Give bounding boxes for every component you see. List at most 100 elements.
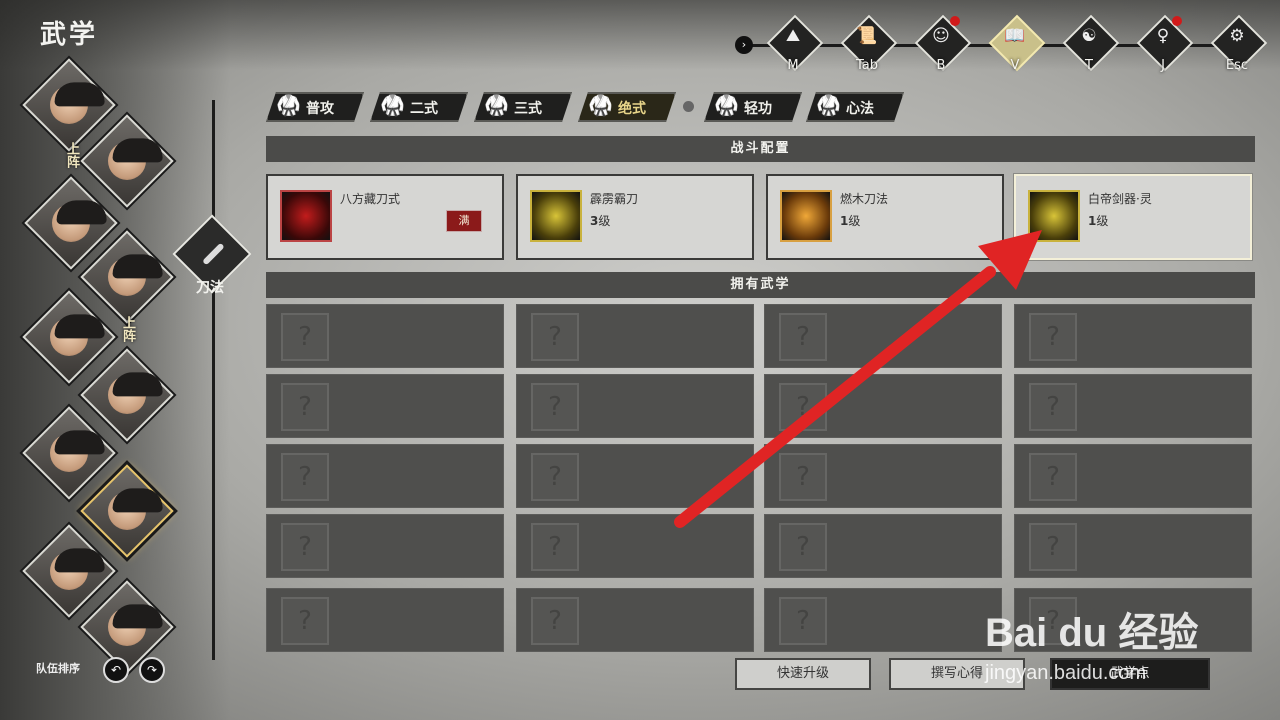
unknown-skill-icon: ? — [281, 597, 329, 645]
martial-figure-icon: 🥋 — [484, 93, 509, 117]
unknown-skill-icon: ? — [1029, 453, 1077, 501]
unknown-skill-icon: ? — [1029, 383, 1077, 431]
hair-shape — [112, 604, 163, 629]
meditate-icon: ♀ — [1156, 26, 1170, 46]
unknown-skill-icon: ? — [531, 383, 579, 431]
skill-icon — [780, 190, 832, 242]
unknown-skill-icon: ? — [779, 383, 827, 431]
combat-config-header: 战斗配置 — [266, 136, 1255, 162]
owned-skill-slot[interactable]: ? — [516, 304, 754, 368]
combat-skill-slot-4[interactable]: 白帝剑器·灵 1级 — [1014, 174, 1252, 260]
owned-skill-slot[interactable]: ? — [764, 444, 1002, 508]
nav-martial-button[interactable]: 📖 V — [988, 14, 1046, 73]
skill-name: 白帝剑器·灵 — [1088, 192, 1152, 206]
skill-level: 3级 — [590, 212, 610, 229]
combat-skill-slot-2[interactable]: 霹雳霸刀 3级 — [516, 174, 754, 260]
skill-level-unit: 级 — [598, 214, 611, 228]
tab-lightness[interactable]: 🥋 轻功 — [704, 92, 802, 122]
owned-skill-slot[interactable]: ? — [266, 304, 504, 368]
tab-ultimate[interactable]: 🥋 绝式 — [578, 92, 676, 122]
unknown-skill-icon: ? — [281, 453, 329, 501]
scroll-icon: 📜 — [856, 26, 878, 46]
nav-system-button[interactable]: ⚙ Esc — [1210, 14, 1268, 73]
sort-down-button[interactable]: ↷ — [139, 657, 165, 683]
owned-skill-slot[interactable]: ? — [764, 304, 1002, 368]
tab-label: 普攻 — [306, 101, 334, 117]
martial-points-button[interactable]: 武学点 — [1050, 658, 1210, 690]
martial-figure-icon: 🥋 — [816, 93, 841, 117]
combat-skill-slot-3[interactable]: 燃木刀法 1级 — [766, 174, 1004, 260]
talent-icon: ☯ — [1081, 26, 1097, 46]
skill-icon — [280, 190, 332, 242]
hotkey-label: B — [936, 58, 946, 73]
tab-third-form[interactable]: 🥋 三式 — [474, 92, 572, 122]
unknown-skill-icon: ? — [1029, 523, 1077, 571]
skill-level-unit: 级 — [848, 214, 861, 228]
skill-level-unit: 级 — [1096, 214, 1109, 228]
martial-icon: 📖 — [1004, 26, 1026, 46]
owned-skill-slot[interactable]: ? — [764, 374, 1002, 438]
owned-skill-slot[interactable]: ? — [1014, 444, 1252, 508]
notification-dot — [950, 16, 960, 26]
nav-bag-button[interactable]: ☺ B — [914, 14, 972, 73]
tab-inner-method[interactable]: 🥋 心法 — [806, 92, 904, 122]
tab-label: 绝式 — [618, 101, 646, 117]
hair-shape — [56, 200, 107, 225]
owned-skill-slot[interactable]: ? — [1014, 304, 1252, 368]
unknown-skill-icon: ? — [531, 597, 579, 645]
unknown-skill-icon: ? — [281, 313, 329, 361]
hair-shape — [112, 138, 163, 163]
tab-label: 二式 — [410, 101, 438, 117]
owned-skill-slot[interactable]: ? — [764, 588, 1002, 652]
hotkey-label: M — [787, 58, 799, 73]
unknown-skill-icon: ? — [1029, 597, 1077, 645]
owned-skill-slot[interactable]: ? — [516, 514, 754, 578]
owned-skill-slot[interactable]: ? — [266, 514, 504, 578]
owned-skill-slot[interactable]: ? — [516, 374, 754, 438]
skill-name: 燃木刀法 — [840, 192, 889, 206]
hair-shape — [112, 254, 163, 279]
nav-scroll-button[interactable]: 📜 Tab — [840, 14, 898, 73]
hair-shape — [54, 430, 105, 455]
tab-second-form[interactable]: 🥋 二式 — [370, 92, 468, 122]
combat-skill-slot-1[interactable]: 八方藏刀式 满 — [266, 174, 504, 260]
notification-dot — [1172, 16, 1182, 26]
hotkey-label: Esc — [1225, 58, 1249, 73]
unknown-skill-icon: ? — [531, 313, 579, 361]
martial-figure-icon: 🥋 — [714, 93, 739, 117]
skill-icon — [530, 190, 582, 242]
owned-skill-slot[interactable]: ? — [516, 444, 754, 508]
nav-map-button[interactable]: ⛰ M — [766, 14, 824, 73]
owned-skill-slot[interactable]: ? — [266, 444, 504, 508]
owned-skill-slot[interactable]: ? — [1014, 374, 1252, 438]
quick-upgrade-button[interactable]: 快速升级 — [735, 658, 871, 690]
nav-expand-arrow-icon[interactable]: › — [735, 36, 753, 54]
unknown-skill-icon: ? — [531, 453, 579, 501]
nav-meditate-button[interactable]: ♀ J — [1136, 14, 1194, 73]
hotkey-label: Tab — [855, 58, 878, 73]
tab-label: 心法 — [846, 101, 874, 117]
write-notes-button[interactable]: 撰写心得 — [889, 658, 1025, 690]
skill-name: 八方藏刀式 — [340, 192, 401, 206]
unknown-skill-icon: ? — [281, 523, 329, 571]
skill-level: 1级 — [1088, 212, 1108, 229]
unknown-skill-icon: ? — [531, 523, 579, 571]
sort-up-button[interactable]: ↶ — [103, 657, 129, 683]
tab-label: 轻功 — [744, 101, 772, 117]
owned-skill-slot[interactable]: ? — [516, 588, 754, 652]
owned-skill-slot[interactable]: ? — [266, 588, 504, 652]
deployed-tag: 上阵 — [120, 316, 135, 342]
owned-skill-slot[interactable]: ? — [266, 374, 504, 438]
martial-figure-icon: 🥋 — [276, 93, 301, 117]
owned-skill-slot[interactable]: ? — [1014, 514, 1252, 578]
owned-skill-slot[interactable]: ? — [1014, 588, 1252, 652]
tab-basic-attack[interactable]: 🥋 普攻 — [266, 92, 364, 122]
hotkey-label: J — [1161, 58, 1165, 73]
nav-talent-button[interactable]: ☯ T — [1062, 14, 1120, 73]
owned-skill-slot[interactable]: ? — [764, 514, 1002, 578]
blade-icon — [202, 242, 225, 266]
hotkey-label: T — [1085, 58, 1093, 73]
martial-figure-icon: 🥋 — [380, 93, 405, 117]
unknown-skill-icon: ? — [779, 523, 827, 571]
hotkey-label: V — [1010, 58, 1020, 73]
